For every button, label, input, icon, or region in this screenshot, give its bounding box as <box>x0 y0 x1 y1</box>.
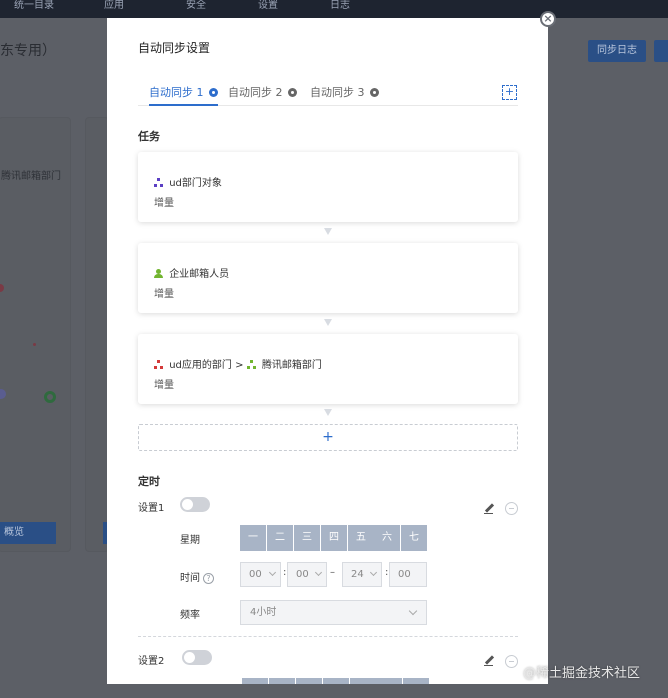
watermark: @稀土掘金技术社区 <box>523 666 641 681</box>
bg-card <box>85 117 109 552</box>
bg-nav-item: 应用 <box>104 0 124 11</box>
edit-icon[interactable] <box>483 503 495 515</box>
chevron-down-icon <box>369 568 378 577</box>
start-minute-value: 00 <box>296 569 309 580</box>
weekday-button[interactable] <box>269 678 295 684</box>
weekday-tue[interactable]: 二 <box>267 525 293 551</box>
tasks-heading: 任务 <box>138 130 160 143</box>
task-source: ud应用的部门 <box>169 360 232 371</box>
gear-icon[interactable] <box>209 88 218 97</box>
time-label-text: 时间 <box>180 573 200 584</box>
org-chart-icon <box>246 360 257 369</box>
bg-page-title: 东专用） <box>0 43 56 59</box>
weekday-sun[interactable]: 七 <box>401 525 427 551</box>
weekday-button[interactable] <box>242 678 268 684</box>
bg-node-dot <box>44 391 56 403</box>
edit-icon[interactable] <box>483 655 495 667</box>
tab-auto-sync-2[interactable]: 自动同步 2 <box>228 85 297 106</box>
auto-sync-modal: 自动同步设置 自动同步 1 自动同步 2 自动同步 3 + 任务 ud部门对象 … <box>107 18 548 684</box>
weekday-fri[interactable]: 五 <box>348 525 374 551</box>
bg-card-button: 概览 <box>0 522 56 544</box>
time-label: 时间? <box>180 569 214 584</box>
task-card[interactable]: 企业邮箱人员 增量 <box>138 243 518 313</box>
bg-extra-button <box>654 40 668 62</box>
bg-nav-item: 设置 <box>258 0 278 11</box>
task-target: 腾讯邮箱部门 <box>261 360 322 371</box>
tab-label: 自动同步 2 <box>228 86 283 99</box>
weekday-sat[interactable]: 六 <box>374 525 400 551</box>
setting-1-toggle[interactable] <box>180 497 210 512</box>
tab-label: 自动同步 1 <box>149 86 204 99</box>
start-hour-value: 00 <box>249 569 262 580</box>
bg-nav-item: 日志 <box>330 0 350 11</box>
start-hour-select[interactable]: 00 <box>240 562 281 587</box>
end-minute-value: 00 <box>398 569 411 580</box>
task-mode: 增量 <box>154 198 174 209</box>
settings-divider <box>138 636 518 637</box>
bg-sync-log-button: 同步日志 <box>588 40 646 62</box>
bg-nav-item: 安全 <box>186 0 206 11</box>
bg-node-dot <box>33 343 36 346</box>
weekday-button[interactable] <box>350 678 376 684</box>
weekday-thu[interactable]: 四 <box>321 525 347 551</box>
org-chart-icon <box>154 178 164 187</box>
time-colon: : <box>385 567 389 578</box>
tab-auto-sync-1[interactable]: 自动同步 1 <box>149 85 218 106</box>
remove-icon[interactable] <box>505 655 518 668</box>
user-icon <box>154 269 163 278</box>
chevron-down-icon <box>268 568 277 577</box>
remove-icon[interactable] <box>505 502 518 515</box>
close-icon[interactable]: × <box>540 11 556 27</box>
time-colon: : <box>283 567 287 578</box>
task-card[interactable]: ud应用的部门 > 腾讯邮箱部门 增量 <box>138 334 518 404</box>
weekday-button[interactable] <box>376 678 402 684</box>
chevron-down-icon <box>408 606 418 616</box>
task-name: ud部门对象 <box>169 178 222 189</box>
weekday-mon[interactable]: 一 <box>240 525 266 551</box>
tab-label: 自动同步 3 <box>310 86 365 99</box>
bg-card-label: 腾讯邮箱部门 <box>1 171 61 182</box>
schedule-heading: 定时 <box>138 475 160 488</box>
end-hour-value: 24 <box>351 569 364 580</box>
flow-arrow-icon <box>324 228 332 235</box>
flow-arrow-icon <box>324 409 332 416</box>
setting-1-label: 设置1 <box>138 503 165 514</box>
range-separator: – <box>330 567 335 578</box>
start-minute-select[interactable]: 00 <box>287 562 327 587</box>
weekday-button[interactable] <box>323 678 349 684</box>
weekday-label: 星期 <box>180 535 200 546</box>
sync-tabs: 自动同步 1 自动同步 2 自动同步 3 <box>138 85 518 106</box>
add-tab-button[interactable]: + <box>502 85 517 100</box>
task-card[interactable]: ud部门对象 增量 <box>138 152 518 222</box>
add-task-button[interactable]: + <box>138 424 518 451</box>
task-mode: 增量 <box>154 289 174 300</box>
modal-title: 自动同步设置 <box>138 41 211 55</box>
weekday-wed[interactable]: 三 <box>294 525 320 551</box>
flow-arrow-icon <box>324 319 332 326</box>
tab-auto-sync-3[interactable]: 自动同步 3 <box>310 85 379 106</box>
org-chart-icon <box>154 360 164 369</box>
gear-icon[interactable] <box>288 88 297 97</box>
weekday-button[interactable] <box>403 678 429 684</box>
bg-nav-item: 统一目录 <box>14 0 54 11</box>
task-name: 企业邮箱人员 <box>169 269 230 280</box>
end-hour-select[interactable]: 24 <box>342 562 382 587</box>
chevron-down-icon <box>314 568 323 577</box>
frequency-label: 频率 <box>180 610 200 621</box>
gear-icon[interactable] <box>370 88 379 97</box>
end-minute-input[interactable]: 00 <box>389 562 427 587</box>
background-topbar: 统一目录 应用 安全 设置 日志 <box>0 0 668 18</box>
task-arrow: > <box>235 360 244 371</box>
setting-2-toggle[interactable] <box>182 650 212 665</box>
setting-2-label: 设置2 <box>138 656 165 667</box>
frequency-value: 4小时 <box>250 607 277 618</box>
task-mode: 增量 <box>154 380 174 391</box>
help-icon[interactable]: ? <box>203 573 214 584</box>
weekday-button[interactable] <box>296 678 322 684</box>
frequency-select[interactable]: 4小时 <box>240 600 427 625</box>
